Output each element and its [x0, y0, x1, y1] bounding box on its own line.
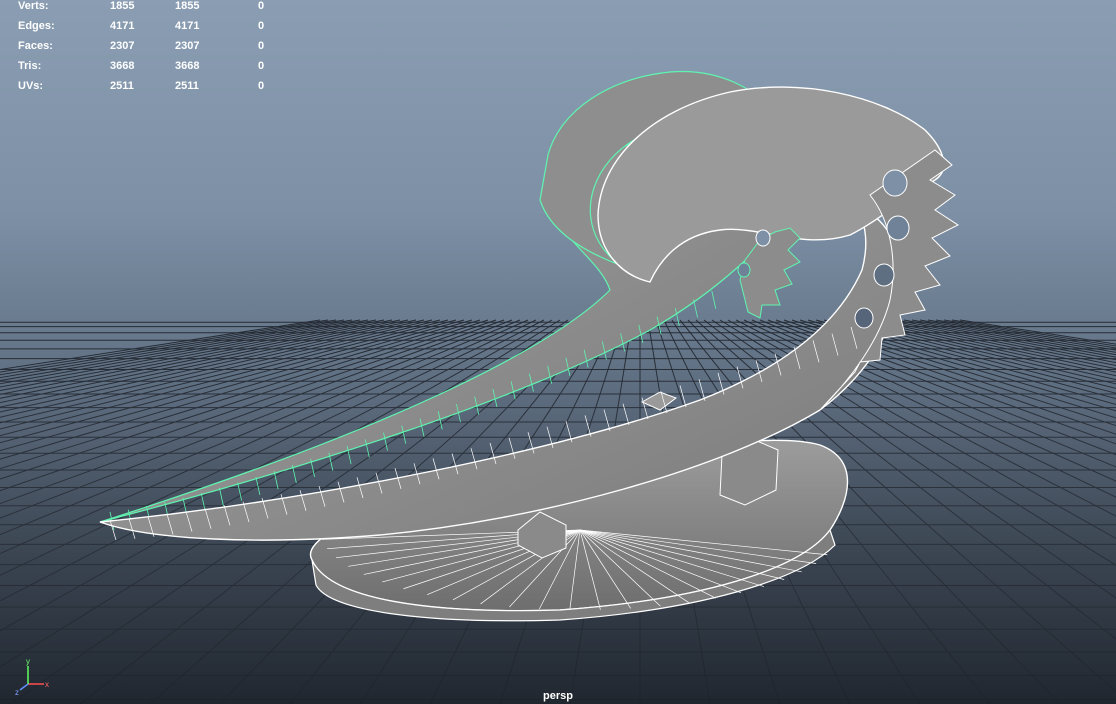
hud-c1-value: 1855 [110, 0, 135, 12]
hud-c1-value: 2307 [110, 40, 135, 52]
hud-label-value: Tris: [18, 60, 42, 72]
hud-c2-value: 2307 [175, 40, 200, 52]
axis-gizmo: x y z [15, 657, 49, 696]
hud-label-value: Faces: [18, 40, 53, 52]
camera-name-label: persp [543, 690, 573, 702]
poly-count-hud: Verts: 1855 1855 0 Edges: 4171 4171 0 Faces: 2307… [18, 0, 278, 100]
hud-label-value: Verts: [18, 0, 49, 12]
hud-label-value: Edges: [18, 20, 55, 32]
hud-c3-value: 0 [258, 40, 265, 52]
hud-c3-value: 0 [258, 20, 265, 32]
y-axis-label: y [26, 657, 30, 666]
viewport-scene[interactable] [0, 0, 1116, 704]
hud-c1-value: 3668 [110, 60, 135, 72]
hud-row-faces: Faces: 2307 2307 0 [18, 40, 278, 60]
hud-c1-value: 2511 [110, 80, 134, 92]
hud-row-edges: Edges: 4171 4171 0 [18, 20, 278, 40]
x-axis-label: x [45, 680, 49, 689]
hud-c3-value: 0 [258, 60, 265, 72]
perspective-viewport[interactable]: Verts: 1855 1855 0 Edges: 4171 4171 0 Faces: 2307… [0, 0, 1116, 704]
hud-c2-value: 1855 [175, 0, 200, 12]
hud-row-tris: Tris: 3668 3668 0 [18, 60, 278, 80]
z-axis-label: z [15, 688, 19, 696]
hud-c2-value: 4171 [175, 20, 200, 32]
hud-label-value: UVs: [18, 80, 44, 92]
z-axis-icon [19, 683, 29, 691]
hud-row-verts: Verts: 1855 1855 0 [18, 0, 278, 20]
hud-c3-value: 0 [258, 0, 265, 12]
hud-c1-value: 4171 [110, 20, 135, 32]
hud-c2-value: 2511 [175, 80, 199, 92]
hud-c2-value: 3668 [175, 60, 200, 72]
hud-c3-value: 0 [258, 80, 265, 92]
hud-row-uvs: UVs: 2511 2511 0 [18, 80, 278, 100]
